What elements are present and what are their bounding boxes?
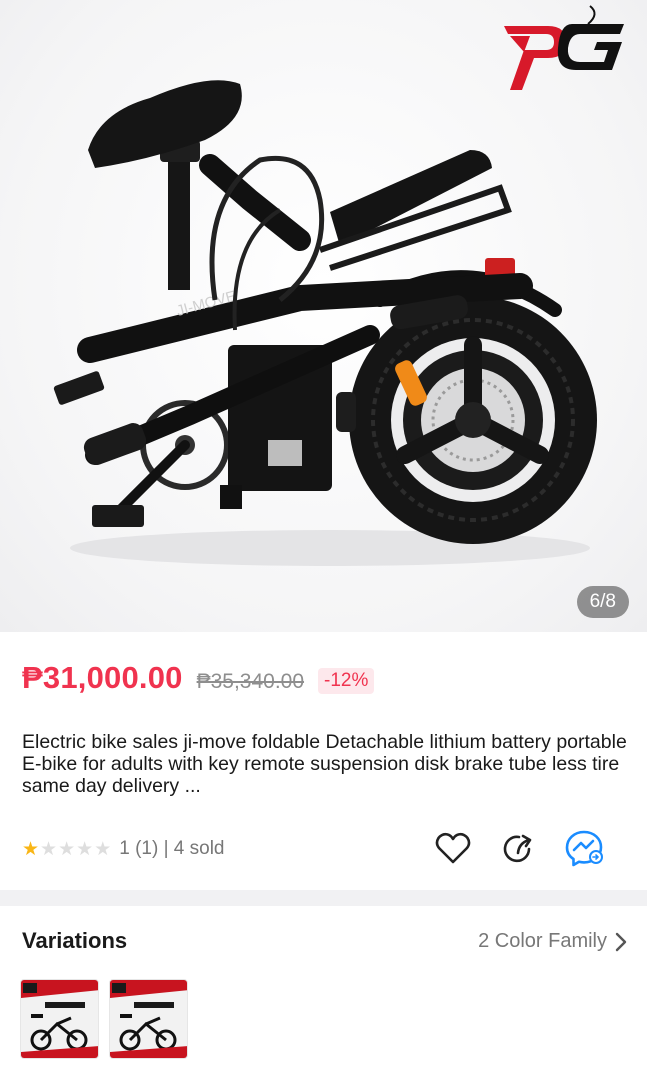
price-row: ₱31,000.00 ₱35,340.00 -12% <box>22 660 375 700</box>
current-price: ₱31,000.00 <box>22 660 183 695</box>
pg-monogram-logo <box>504 5 624 90</box>
chevron-right-icon <box>615 932 627 951</box>
share-arrow-icon <box>503 834 532 863</box>
variation-thumb-2[interactable] <box>109 979 188 1059</box>
messenger-button[interactable] <box>562 826 606 870</box>
variation-thumbnails <box>20 979 188 1059</box>
favorite-button[interactable] <box>431 826 475 870</box>
image-counter: 6/8 <box>576 586 629 618</box>
share-button[interactable] <box>496 826 540 870</box>
product-actions <box>0 826 647 872</box>
section-divider <box>0 890 647 906</box>
original-price: ₱35,340.00 <box>196 670 305 693</box>
discount-badge: -12% <box>318 668 375 694</box>
color-family-label: 2 Color Family <box>478 930 607 952</box>
variations-heading: Variations <box>22 928 128 953</box>
product-title: Electric bike sales ji-move foldable Det… <box>22 731 627 797</box>
color-family-link[interactable]: 2 Color Family <box>478 930 627 953</box>
variation-thumb-1[interactable] <box>20 979 99 1059</box>
heart-icon <box>435 832 471 864</box>
product-image-gallery[interactable]: JI-MOVE 6/8 <box>0 0 647 632</box>
messenger-icon <box>565 830 603 867</box>
